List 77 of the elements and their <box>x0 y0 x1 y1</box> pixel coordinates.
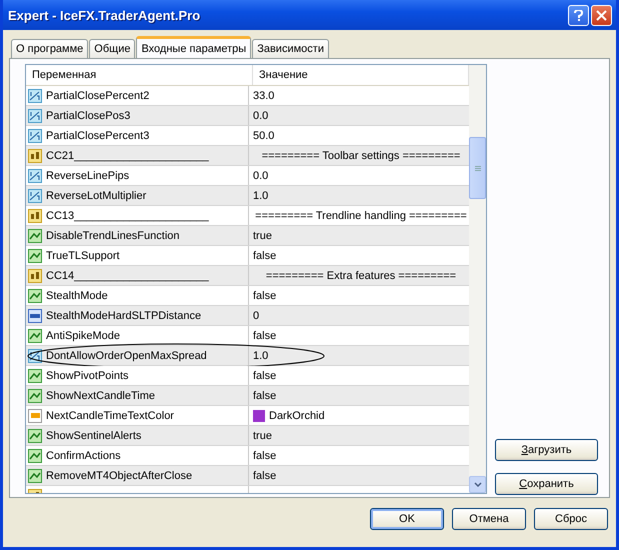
text-type-icon <box>28 268 42 282</box>
integer-icon <box>28 308 42 322</box>
fraction-icon <box>28 108 42 122</box>
tab[interactable]: Зависимости <box>252 39 329 58</box>
parameter-value: false <box>253 290 276 302</box>
parameter-name: DontAllowOrderOpenMaxSpread <box>46 350 207 362</box>
parameter-value: 1.0 <box>253 350 268 362</box>
toggle-icon <box>28 228 42 242</box>
chevron-down-icon <box>474 482 482 487</box>
parameter-value: 0.0 <box>253 170 268 182</box>
close-button[interactable] <box>591 4 612 26</box>
parameter-name: PartialClosePercent3 <box>46 130 150 142</box>
parameter-value: false <box>253 330 276 342</box>
parameter-value: false <box>253 370 276 382</box>
text-type-icon <box>28 208 42 222</box>
parameter-name: RemoveMT4ObjectAfterClose <box>46 470 192 482</box>
parameter-name: DisableTrendLinesFunction <box>46 230 180 242</box>
fraction-icon <box>28 168 42 182</box>
fraction-icon <box>28 128 42 142</box>
scroll-thumb[interactable] <box>469 137 486 199</box>
dialog-button[interactable]: Сброс <box>534 508 608 530</box>
toggle-icon <box>28 288 42 302</box>
tab[interactable]: О программе <box>11 39 88 58</box>
parameter-value: 50.0 <box>253 130 274 142</box>
help-button[interactable] <box>568 4 589 26</box>
column-header: Переменная <box>26 65 253 85</box>
scroll-down-button[interactable] <box>469 476 486 493</box>
dialog-button[interactable]: Отмена <box>452 508 526 530</box>
parameter-name: ShowPivotPoints <box>46 370 129 382</box>
toggle-icon <box>28 388 42 402</box>
toggle-icon <box>28 428 42 442</box>
toggle-icon <box>28 328 42 342</box>
scrollbar[interactable] <box>469 65 486 493</box>
close-icon <box>596 10 607 20</box>
parameter-name: TrueTLSupport <box>46 250 120 262</box>
parameter-value: ========= Trendline handling ========= <box>255 210 467 222</box>
side-button[interactable]: Сохранить <box>495 473 598 495</box>
parameter-name: ShowNextCandleTime <box>46 390 156 402</box>
side-button[interactable]: Загрузить <box>495 439 598 461</box>
parameter-value: 0 <box>253 310 260 322</box>
tab[interactable]: Входные параметры <box>136 36 252 58</box>
parameter-value: true <box>253 430 272 442</box>
help-icon <box>574 10 583 20</box>
parameter-name: ConfirmActions <box>46 450 121 462</box>
parameter-name: ReverseLotMultiplier <box>46 190 146 202</box>
parameter-value: false <box>253 390 276 402</box>
parameter-name: CC13______________________ <box>46 210 209 222</box>
parameter-name: CC21______________________ <box>46 150 209 162</box>
parameter-name: ReverseLinePips <box>46 170 130 182</box>
fraction-icon <box>28 88 42 102</box>
tab[interactable]: Общие <box>89 39 136 58</box>
toggle-icon <box>28 368 42 382</box>
text-type-icon <box>28 148 42 162</box>
parameter-value: 1.0 <box>253 190 268 202</box>
dialog-button[interactable]: OK <box>370 508 444 530</box>
parameter-value: 0.0 <box>253 110 268 122</box>
parameter-value: false <box>253 450 276 462</box>
parameter-value: false <box>253 470 276 482</box>
parameter-name: PartialClosePercent2 <box>46 90 150 102</box>
toggle-icon <box>28 448 42 462</box>
parameter-value: ========= Extra features ========= <box>266 270 456 282</box>
parameter-name: StealthModeHardSLTPDistance <box>46 310 202 322</box>
parameter-value: ========= Toolbar settings ========= <box>262 150 460 162</box>
parameter-value: false <box>253 250 276 262</box>
toggle-icon <box>28 248 42 262</box>
parameter-name: NextCandleTimeTextColor <box>46 410 174 422</box>
parameter-name: CC14______________________ <box>46 270 209 282</box>
window-title: Expert - IceFX.TraderAgent.Pro <box>8 8 202 22</box>
parameter-value: DarkOrchid <box>269 410 325 422</box>
parameter-name: AntiSpikeMode <box>46 330 120 342</box>
parameter-value: true <box>253 230 272 242</box>
toggle-icon <box>28 468 42 482</box>
parameter-name: ShowSentinelAlerts <box>46 430 142 442</box>
parameter-value: 33.0 <box>253 90 274 102</box>
fraction-icon <box>28 188 42 202</box>
parameter-name: StealthMode <box>46 290 108 302</box>
parameter-name: PartialClosePos3 <box>46 110 130 122</box>
